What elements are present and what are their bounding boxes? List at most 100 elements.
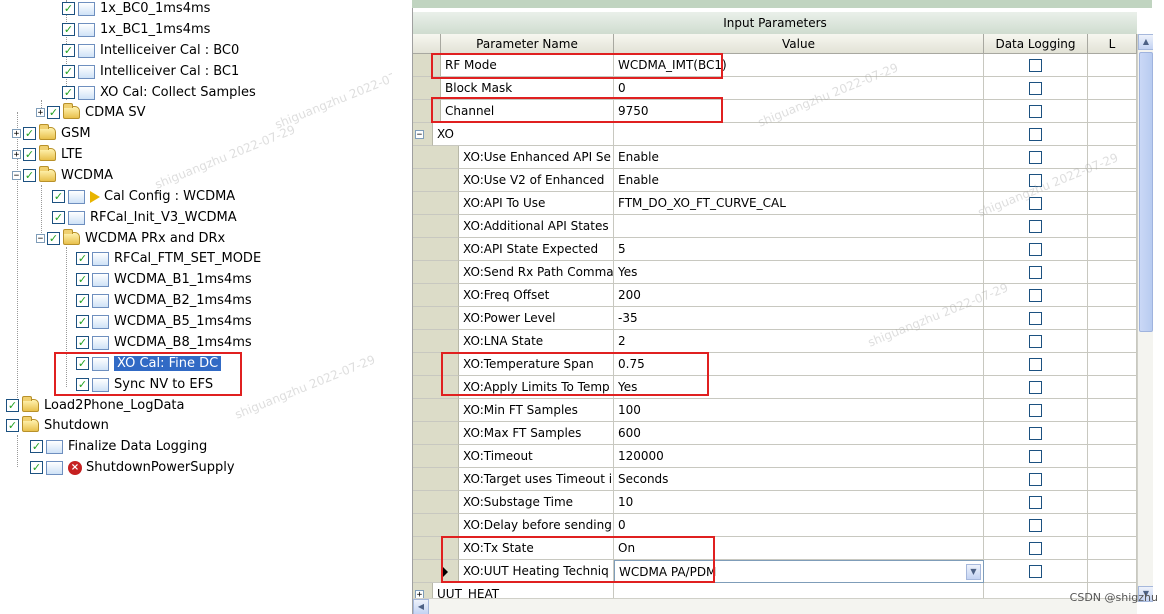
parameter-value-cell[interactable]: WCDMA_IMT(BC1) bbox=[614, 54, 984, 77]
parameter-value-cell[interactable]: WCDMA PA/PDM ▼ bbox=[614, 560, 984, 583]
parameter-value-cell[interactable]: 10 bbox=[614, 491, 984, 514]
data-logging-checkbox[interactable] bbox=[1029, 473, 1042, 486]
table-row[interactable]: XO:Freq Offset 200 bbox=[413, 284, 1137, 307]
collapse-icon[interactable]: − bbox=[415, 130, 424, 140]
checkbox[interactable]: ✓ bbox=[76, 336, 89, 349]
parameter-value-cell[interactable]: Yes bbox=[614, 261, 984, 284]
checkbox[interactable]: ✓ bbox=[47, 232, 60, 245]
parameter-value-cell[interactable]: 200 bbox=[614, 284, 984, 307]
tree-item[interactable]: ✓ RFCal_FTM_SET_MODE bbox=[76, 248, 261, 269]
table-row[interactable]: XO:Send Rx Path Comma Yes bbox=[413, 261, 1137, 284]
table-row[interactable]: XO:Power Level -35 bbox=[413, 307, 1137, 330]
tree-item[interactable]: − ✓ WCDMA PRx and DRx bbox=[36, 228, 225, 249]
tree-item[interactable]: ✓ 1x_BC0_1ms4ms bbox=[62, 0, 210, 19]
checkbox[interactable]: ✓ bbox=[76, 357, 89, 370]
parameter-value-cell[interactable]: FTM_DO_XO_FT_CURVE_CAL bbox=[614, 192, 984, 215]
tree-item[interactable]: ✓ RFCal_Init_V3_WCDMA bbox=[52, 207, 237, 228]
checkbox[interactable]: ✓ bbox=[52, 190, 65, 203]
scroll-left-icon[interactable]: ◀ bbox=[413, 599, 429, 614]
tree-item[interactable]: ✓ Cal Config : WCDMA bbox=[52, 186, 235, 207]
table-row[interactable]: XO:Additional API States bbox=[413, 215, 1137, 238]
data-logging-checkbox[interactable] bbox=[1029, 220, 1042, 233]
data-logging-checkbox[interactable] bbox=[1029, 519, 1042, 532]
checkbox[interactable]: ✓ bbox=[52, 211, 65, 224]
data-logging-checkbox[interactable] bbox=[1029, 266, 1042, 279]
parameter-value-cell[interactable]: 2 bbox=[614, 330, 984, 353]
tree-item[interactable]: + ✓ CDMA SV bbox=[36, 102, 145, 123]
checkbox[interactable]: ✓ bbox=[47, 106, 60, 119]
tree-item[interactable]: ✓ XO Cal: Collect Samples bbox=[62, 82, 256, 103]
checkbox[interactable]: ✓ bbox=[76, 273, 89, 286]
checkbox[interactable]: ✓ bbox=[6, 419, 19, 432]
data-logging-checkbox[interactable] bbox=[1029, 542, 1042, 555]
table-row[interactable]: XO:Tx State On bbox=[413, 537, 1137, 560]
tree-item[interactable]: ✓ Sync NV to EFS bbox=[76, 374, 213, 395]
tree-item[interactable]: ✓ WCDMA_B1_1ms4ms bbox=[76, 269, 252, 290]
parameter-value-cell[interactable]: 0.75 bbox=[614, 353, 984, 376]
data-logging-checkbox[interactable] bbox=[1029, 312, 1042, 325]
checkbox[interactable]: ✓ bbox=[62, 23, 75, 36]
checkbox[interactable]: ✓ bbox=[23, 148, 36, 161]
parameter-value-cell[interactable]: Yes bbox=[614, 376, 984, 399]
data-logging-checkbox[interactable] bbox=[1029, 128, 1042, 141]
data-logging-checkbox[interactable] bbox=[1029, 496, 1042, 509]
tree-item[interactable]: + ✓ LTE bbox=[12, 144, 83, 165]
data-logging-checkbox[interactable] bbox=[1029, 82, 1042, 95]
data-logging-checkbox[interactable] bbox=[1029, 197, 1042, 210]
tree-item[interactable]: ✓ XO Cal: Fine DC bbox=[76, 353, 222, 374]
horizontal-scrollbar[interactable]: ◀ bbox=[413, 598, 1137, 614]
data-logging-checkbox[interactable] bbox=[1029, 289, 1042, 302]
dropdown-chevron-icon[interactable]: ▼ bbox=[966, 564, 981, 580]
parameter-value-cell[interactable]: -35 bbox=[614, 307, 984, 330]
parameter-value-cell[interactable] bbox=[614, 123, 984, 146]
table-row[interactable]: XO:Delay before sending 0 bbox=[413, 514, 1137, 537]
checkbox[interactable]: ✓ bbox=[23, 127, 36, 140]
tree-item[interactable]: ✓ Shutdown bbox=[6, 415, 109, 436]
expand-icon[interactable]: + bbox=[36, 108, 45, 118]
tree-item[interactable]: ✓ Load2Phone_LogData bbox=[6, 395, 185, 416]
collapse-icon[interactable]: − bbox=[12, 171, 21, 181]
checkbox[interactable]: ✓ bbox=[76, 252, 89, 265]
data-logging-checkbox[interactable] bbox=[1029, 105, 1042, 118]
table-row[interactable]: XO:Use V2 of Enhanced Enable bbox=[413, 169, 1137, 192]
table-row[interactable]: − XO bbox=[413, 123, 1137, 146]
parameter-value-cell[interactable]: Seconds bbox=[614, 468, 984, 491]
tree-item[interactable]: ✓ Intelliceiver Cal : BC0 bbox=[62, 40, 239, 61]
tree-item[interactable]: − ✓ WCDMA bbox=[12, 165, 113, 186]
table-row[interactable]: Block Mask 0 bbox=[413, 77, 1137, 100]
data-logging-checkbox[interactable] bbox=[1029, 335, 1042, 348]
data-logging-checkbox[interactable] bbox=[1029, 358, 1042, 371]
data-logging-checkbox[interactable] bbox=[1029, 404, 1042, 417]
parameter-value-cell[interactable]: 120000 bbox=[614, 445, 984, 468]
data-logging-checkbox[interactable] bbox=[1029, 243, 1042, 256]
parameter-value-cell[interactable]: 100 bbox=[614, 399, 984, 422]
column-header-extra[interactable]: L bbox=[1088, 34, 1137, 54]
checkbox[interactable]: ✓ bbox=[62, 86, 75, 99]
table-row[interactable]: XO:Max FT Samples 600 bbox=[413, 422, 1137, 445]
table-row[interactable]: XO:Timeout 120000 bbox=[413, 445, 1137, 468]
data-logging-checkbox[interactable] bbox=[1029, 174, 1042, 187]
tree-item[interactable]: ✓ Intelliceiver Cal : BC1 bbox=[62, 61, 239, 82]
checkbox[interactable]: ✓ bbox=[62, 65, 75, 78]
checkbox[interactable]: ✓ bbox=[76, 378, 89, 391]
tree-item[interactable]: ✓ WCDMA_B2_1ms4ms bbox=[76, 290, 252, 311]
collapse-icon[interactable]: − bbox=[36, 234, 45, 244]
checkbox[interactable]: ✓ bbox=[6, 399, 19, 412]
tree-item[interactable]: ✓ × ShutdownPowerSupply bbox=[30, 457, 235, 478]
table-row[interactable]: RF Mode WCDMA_IMT(BC1) bbox=[413, 54, 1137, 77]
table-row[interactable]: Channel 9750 bbox=[413, 100, 1137, 123]
tree-item[interactable]: ✓ Finalize Data Logging bbox=[30, 436, 207, 457]
parameter-value-cell[interactable] bbox=[614, 215, 984, 238]
table-row[interactable]: XO:UUT Heating Techniq WCDMA PA/PDM ▼ bbox=[413, 560, 1137, 583]
tree-item[interactable]: ✓ WCDMA_B8_1ms4ms bbox=[76, 332, 252, 353]
table-row[interactable]: XO:Temperature Span 0.75 bbox=[413, 353, 1137, 376]
checkbox[interactable]: ✓ bbox=[23, 169, 36, 182]
parameter-value-cell[interactable]: 9750 bbox=[614, 100, 984, 123]
table-row[interactable]: XO:API To Use FTM_DO_XO_FT_CURVE_CAL bbox=[413, 192, 1137, 215]
column-header-name[interactable]: Parameter Name bbox=[441, 34, 614, 54]
table-row[interactable]: XO:Target uses Timeout i Seconds bbox=[413, 468, 1137, 491]
tree-item[interactable]: ✓ 1x_BC1_1ms4ms bbox=[62, 19, 210, 40]
data-logging-checkbox[interactable] bbox=[1029, 565, 1042, 578]
table-row[interactable]: XO:Min FT Samples 100 bbox=[413, 399, 1137, 422]
table-row[interactable]: XO:Apply Limits To Temp Yes bbox=[413, 376, 1137, 399]
